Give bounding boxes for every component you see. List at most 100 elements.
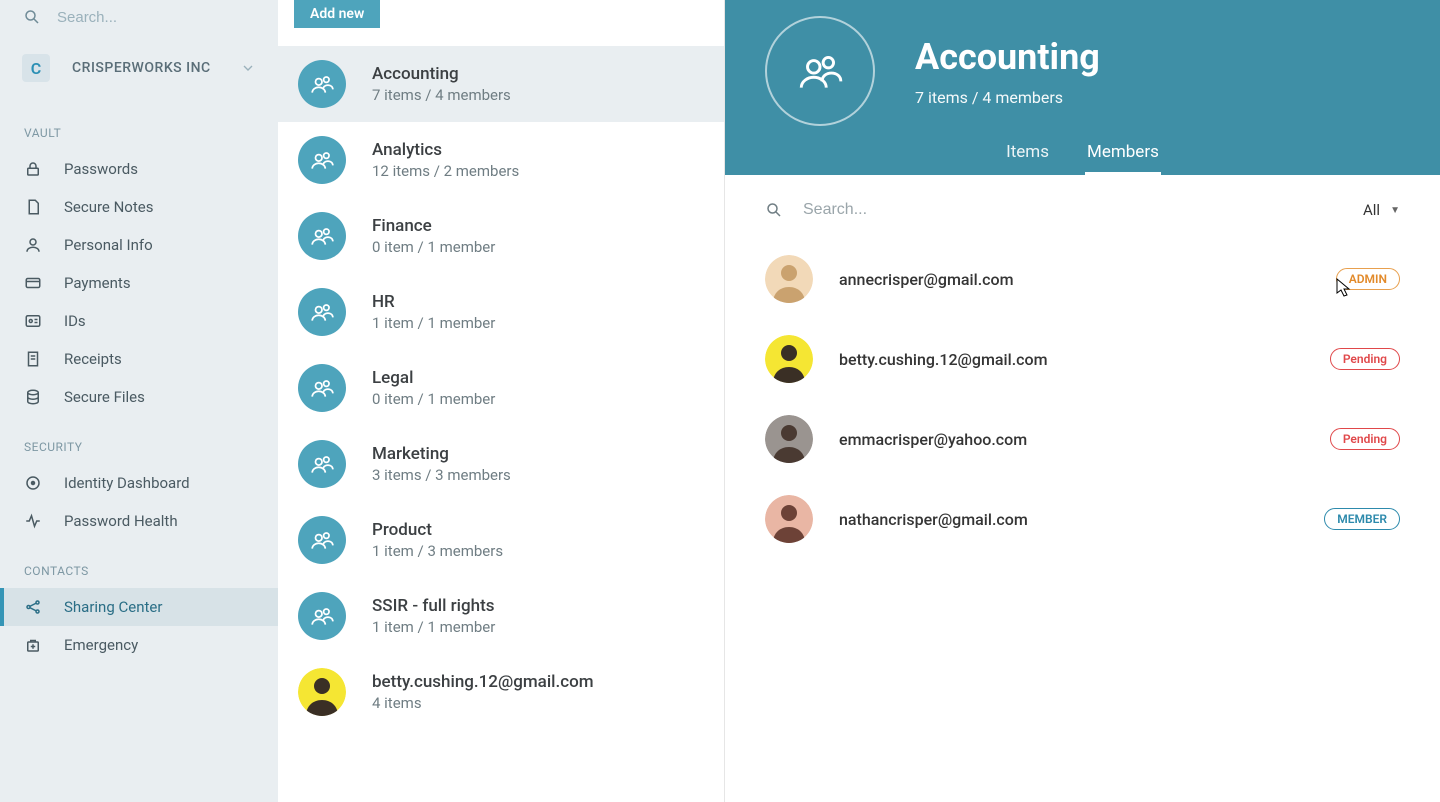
- group-icon: [298, 440, 346, 488]
- role-badge: MEMBER: [1324, 508, 1400, 530]
- role-badge: Pending: [1330, 428, 1400, 450]
- avatar: [765, 255, 813, 303]
- sidebar-item-label: Secure Files: [64, 388, 145, 406]
- org-name: CRISPERWORKS INC: [72, 60, 240, 76]
- database-icon: [22, 388, 44, 406]
- sidebar-item-personal-info[interactable]: Personal Info: [0, 226, 278, 264]
- global-search[interactable]: [0, 0, 278, 38]
- group-title: Legal: [372, 368, 495, 388]
- avatar: [765, 415, 813, 463]
- section-vault-label: VAULT: [0, 102, 278, 150]
- tab-members[interactable]: Members: [1085, 134, 1161, 175]
- avatar: [765, 495, 813, 543]
- add-new-button[interactable]: Add new: [294, 0, 380, 28]
- group-icon: [298, 592, 346, 640]
- group-subtitle: 1 item / 1 member: [372, 314, 495, 332]
- group-subtitle: 1 item / 1 member: [372, 618, 495, 636]
- org-selector[interactable]: C CRISPERWORKS INC: [0, 38, 278, 102]
- group-icon: [298, 364, 346, 412]
- detail-panel: Accounting 7 items / 4 members Items Mem…: [725, 0, 1440, 802]
- lock-icon: [22, 160, 44, 178]
- group-large-icon: [765, 16, 875, 126]
- sidebar-item-label: Receipts: [64, 350, 122, 368]
- group-icon: [298, 60, 346, 108]
- role-badge: ADMIN: [1336, 268, 1400, 290]
- sidebar-item-payments[interactable]: Payments: [0, 264, 278, 302]
- group-row[interactable]: Accounting7 items / 4 members: [278, 46, 724, 122]
- sidebar-item-emergency[interactable]: Emergency: [0, 626, 278, 664]
- emergency-icon: [22, 636, 44, 654]
- group-subtitle: 7 items / 4 members: [372, 86, 511, 104]
- shared-user-row[interactable]: betty.cushing.12@gmail.com 4 items: [278, 654, 724, 730]
- sidebar-item-secure-files[interactable]: Secure Files: [0, 378, 278, 416]
- sidebar-item-label: Identity Dashboard: [64, 474, 190, 492]
- card-icon: [22, 274, 44, 292]
- note-icon: [22, 198, 44, 216]
- detail-tabs: Items Members: [765, 134, 1400, 175]
- pulse-icon: [22, 512, 44, 530]
- avatar: [765, 335, 813, 383]
- person-icon: [22, 236, 44, 254]
- org-logo: C: [22, 54, 50, 82]
- member-row[interactable]: annecrisper@gmail.comADMIN: [765, 239, 1400, 319]
- sidebar-item-label: Sharing Center: [64, 598, 162, 616]
- shared-user-sub: 4 items: [372, 694, 594, 712]
- group-row[interactable]: Marketing 3 items / 3 members: [278, 426, 724, 502]
- group-row[interactable]: Analytics 12 items / 2 members: [278, 122, 724, 198]
- member-row[interactable]: emmacrisper@yahoo.com Pending: [765, 399, 1400, 479]
- group-row[interactable]: Legal0 item / 1 member: [278, 350, 724, 426]
- group-subtitle: 1 item / 3 members: [372, 542, 503, 560]
- group-icon: [298, 212, 346, 260]
- sidebar-item-label: Password Health: [64, 512, 178, 530]
- receipt-icon: [22, 350, 44, 368]
- member-search-row: All ▼: [765, 193, 1400, 239]
- group-title: Marketing: [372, 444, 511, 464]
- sidebar-item-ids[interactable]: IDs: [0, 302, 278, 340]
- id-icon: [22, 312, 44, 330]
- filter-label: All: [1363, 201, 1380, 219]
- group-row[interactable]: Product 1 item / 3 members: [278, 502, 724, 578]
- member-filter[interactable]: All ▼: [1363, 201, 1400, 219]
- caret-down-icon: ▼: [1390, 205, 1400, 216]
- sidebar-item-label: Passwords: [64, 160, 138, 178]
- sidebar: C CRISPERWORKS INC VAULT Passwords Secur…: [0, 0, 278, 802]
- group-subtitle: 3 items / 3 members: [372, 466, 511, 484]
- group-title: HR: [372, 292, 495, 312]
- sidebar-item-sharing-center[interactable]: Sharing Center: [0, 588, 278, 626]
- group-icon: [298, 288, 346, 336]
- detail-header: Accounting 7 items / 4 members Items Mem…: [725, 0, 1440, 175]
- section-security-label: SECURITY: [0, 416, 278, 464]
- group-row[interactable]: HR 1 item / 1 member: [278, 274, 724, 350]
- sidebar-item-identity-dashboard[interactable]: Identity Dashboard: [0, 464, 278, 502]
- search-icon: [22, 8, 41, 26]
- sidebar-item-password-health[interactable]: Password Health: [0, 502, 278, 540]
- sidebar-item-receipts[interactable]: Receipts: [0, 340, 278, 378]
- share-icon: [22, 598, 44, 616]
- sidebar-item-label: Payments: [64, 274, 131, 292]
- avatar: [298, 668, 346, 716]
- section-contacts-label: CONTACTS: [0, 540, 278, 588]
- group-title: Finance: [372, 216, 495, 236]
- sidebar-item-label: IDs: [64, 312, 86, 330]
- member-email: emmacrisper@yahoo.com: [839, 430, 1027, 449]
- member-email: nathancrisper@gmail.com: [839, 510, 1028, 529]
- member-row[interactable]: betty.cushing.12@gmail.comPending: [765, 319, 1400, 399]
- member-row[interactable]: nathancrisper@gmail.com MEMBER: [765, 479, 1400, 559]
- tab-items[interactable]: Items: [1004, 134, 1051, 175]
- shared-user-name: betty.cushing.12@gmail.com: [372, 672, 594, 692]
- target-icon: [22, 474, 44, 492]
- group-subtitle: 12 items / 2 members: [372, 162, 519, 180]
- group-row[interactable]: SSIR - full rights1 item / 1 member: [278, 578, 724, 654]
- group-row[interactable]: Finance0 item / 1 member: [278, 198, 724, 274]
- sidebar-item-secure-notes[interactable]: Secure Notes: [0, 188, 278, 226]
- sidebar-item-passwords[interactable]: Passwords: [0, 150, 278, 188]
- group-title: Product: [372, 520, 503, 540]
- member-search-input[interactable]: [803, 201, 1363, 219]
- group-title: Analytics: [372, 140, 519, 160]
- sidebar-item-label: Secure Notes: [64, 198, 153, 216]
- detail-subtitle: 7 items / 4 members: [915, 88, 1100, 107]
- search-input[interactable]: [57, 9, 256, 26]
- search-icon: [765, 201, 783, 219]
- chevron-down-icon: [240, 60, 256, 76]
- group-list-panel: Add new Accounting7 items / 4 membersAna…: [278, 0, 725, 802]
